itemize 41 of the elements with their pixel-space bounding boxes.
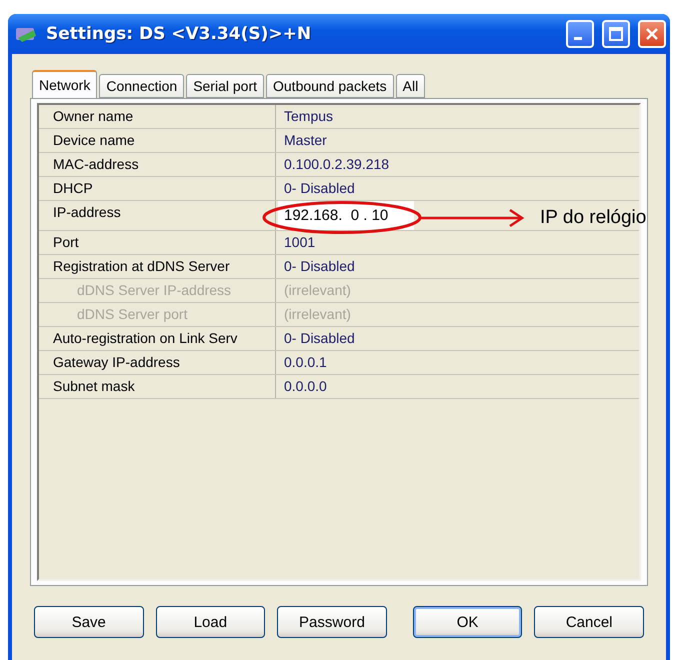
property-name: Port bbox=[39, 231, 276, 254]
annotation-label: IP do relógio bbox=[540, 207, 646, 229]
dialog-button[interactable]: Load bbox=[156, 606, 266, 638]
dialog-button[interactable]: Password bbox=[277, 606, 387, 638]
property-value: (irrelevant) bbox=[283, 305, 352, 324]
property-value: 0- Disabled bbox=[283, 329, 356, 348]
dialog-button[interactable]: Save bbox=[34, 606, 144, 638]
maximize-icon bbox=[609, 27, 623, 41]
property-value: 0- Disabled bbox=[283, 179, 356, 198]
close-icon bbox=[645, 27, 659, 41]
minimize-button[interactable] bbox=[566, 20, 594, 48]
property-name: DHCP bbox=[39, 177, 276, 200]
property-value: Tempus bbox=[283, 107, 334, 126]
property-name: Device name bbox=[39, 129, 276, 152]
property-value: 0.0.0.0 bbox=[283, 377, 328, 396]
tab[interactable]: Connection bbox=[99, 74, 184, 98]
property-name: dDNS Server port bbox=[39, 303, 276, 326]
close-button[interactable] bbox=[638, 20, 666, 48]
tab[interactable]: Outbound packets bbox=[266, 74, 394, 98]
property-value: 0.100.0.2.39.218 bbox=[283, 155, 390, 174]
property-value: (irrelevant) bbox=[283, 281, 352, 300]
tab[interactable]: Serial port bbox=[186, 74, 264, 98]
property-name: Gateway IP-address bbox=[39, 351, 276, 374]
window-title: Settings: DS <V3.34(S)>+N bbox=[46, 24, 312, 44]
property-value: 0- Disabled bbox=[283, 257, 356, 276]
dialog-button[interactable]: OK bbox=[412, 606, 522, 638]
property-name: MAC-address bbox=[39, 153, 276, 176]
dialog-button[interactable]: Cancel bbox=[534, 606, 644, 638]
tab[interactable]: Network bbox=[32, 70, 98, 98]
property-name: Owner name bbox=[39, 105, 276, 128]
property-value: 0.0.0.1 bbox=[283, 353, 328, 372]
property-name: Subnet mask bbox=[39, 375, 276, 398]
minimize-icon bbox=[574, 36, 582, 40]
property-name: Auto-registration on Link Serv bbox=[39, 327, 276, 350]
maximize-button[interactable] bbox=[602, 20, 630, 48]
property-name: dDNS Server IP-address bbox=[39, 279, 276, 302]
property-value: 1001 bbox=[283, 233, 316, 252]
property-name: IP-address bbox=[39, 201, 276, 230]
tab[interactable]: All bbox=[396, 74, 426, 98]
property-value: Master bbox=[283, 131, 328, 150]
property-name: Registration at dDNS Server bbox=[39, 255, 276, 278]
